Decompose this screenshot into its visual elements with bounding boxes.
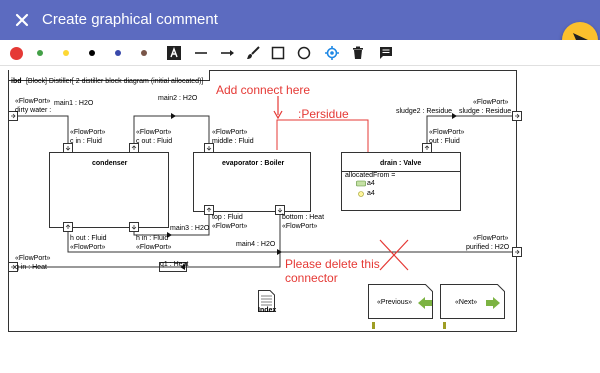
port-stereotype: «FlowPort» — [473, 235, 509, 242]
text-tool-icon[interactable] — [166, 40, 182, 66]
port-stereotype: «FlowPort» — [473, 99, 509, 106]
port-stereotype: «FlowPort» — [70, 244, 106, 251]
connector-main4: main4 : H2O — [236, 241, 276, 248]
block-evaporator[interactable]: evaporator : Boiler — [222, 160, 284, 168]
port-bottom: bottom : Heat — [282, 214, 325, 221]
drawing-toolbar — [0, 40, 600, 66]
allocated-item: a4 — [367, 190, 375, 197]
port-out: out : Fluid — [429, 138, 460, 145]
connector-sludge2: sludge2 : Residue — [396, 108, 453, 115]
color-red[interactable] — [8, 40, 24, 66]
color-black[interactable] — [84, 40, 100, 66]
rectangle-tool-icon[interactable] — [270, 40, 286, 66]
port-stereotype: «FlowPort» — [212, 223, 248, 230]
close-icon[interactable] — [12, 10, 32, 30]
comment-icon[interactable] — [378, 40, 394, 66]
allocated-item: a4 — [367, 180, 375, 187]
next-link[interactable]: «Next» — [455, 299, 477, 307]
allocated-from-label: allocatedFrom = — [345, 172, 396, 179]
ellipse-tool-icon[interactable] — [296, 40, 312, 66]
port-top: top : Fluid — [212, 214, 243, 221]
port-h-out: h out : Fluid — [70, 235, 107, 242]
color-brown-swatch — [141, 50, 147, 56]
port-stereotype: «FlowPort» — [212, 129, 248, 136]
color-black-swatch — [89, 50, 95, 56]
port-stereotype: «FlowPort» — [429, 129, 465, 136]
annotation-delete-line2[interactable]: connector — [285, 271, 338, 285]
dialog-title: Create graphical comment — [42, 11, 218, 28]
connector-main3: main3 : H2O — [170, 225, 210, 232]
connector-main1: main1 : H2O — [54, 100, 94, 107]
index-link[interactable]: Index — [258, 307, 276, 315]
color-brown[interactable] — [136, 40, 152, 66]
port-h-in: h in : Fluid — [136, 235, 169, 242]
port-c-out: c out : Fluid — [136, 138, 173, 145]
color-red-swatch — [9, 46, 23, 60]
block-drain[interactable]: drain : Valve — [380, 160, 421, 168]
delete-icon[interactable] — [350, 40, 366, 66]
port-stereotype: «FlowPort» — [136, 129, 172, 136]
connector-q1: q1 : Heat — [160, 261, 189, 268]
port-stereotype: «FlowPort» — [282, 223, 318, 230]
color-blue[interactable] — [110, 40, 126, 66]
color-blue-swatch — [115, 50, 121, 56]
port-sludge: sludge : Residue — [459, 108, 512, 115]
port-q-in: q in : Heat — [15, 264, 47, 271]
annotation-persidue[interactable]: :Persidue — [298, 107, 349, 121]
dialog-header: Create graphical comment — [0, 0, 600, 40]
port-middle: middle : Fluid — [212, 138, 254, 145]
port-stereotype: «FlowPort» — [15, 98, 51, 105]
line-tool-icon[interactable] — [193, 40, 209, 66]
frame-title: [Block] Distiller[ 2 distiller block dia… — [25, 78, 204, 85]
color-green-swatch — [37, 50, 43, 56]
brush-tool-icon[interactable] — [245, 40, 261, 66]
port-dirty-water: dirty water : — [15, 107, 52, 114]
annotation-delete-line1[interactable]: Please delete this — [285, 257, 380, 271]
block-condenser[interactable]: condenser — [92, 160, 127, 168]
color-yellow-swatch — [63, 50, 69, 56]
frame-title-tab: ibd [Block] Distiller[ 2 distiller block… — [9, 70, 211, 85]
connector-main2: main2 : H2O — [158, 95, 198, 102]
target-tool-icon[interactable] — [323, 40, 341, 66]
port-purified: purified : H2O — [466, 244, 510, 251]
annotation-add-connect[interactable]: Add connect here — [216, 83, 310, 97]
port-c-in: c in : Fluid — [70, 138, 102, 145]
diagram-canvas[interactable]: ibd [Block] Distiller[ 2 distiller block… — [0, 67, 600, 373]
previous-link[interactable]: «Previous» — [377, 299, 412, 307]
arrow-tool-icon[interactable] — [219, 40, 237, 66]
frame-kind: ibd — [11, 78, 22, 85]
color-green[interactable] — [32, 40, 48, 66]
port-stereotype: «FlowPort» — [15, 255, 51, 262]
port-stereotype: «FlowPort» — [70, 129, 106, 136]
color-yellow[interactable] — [58, 40, 74, 66]
port-stereotype: «FlowPort» — [136, 244, 172, 251]
